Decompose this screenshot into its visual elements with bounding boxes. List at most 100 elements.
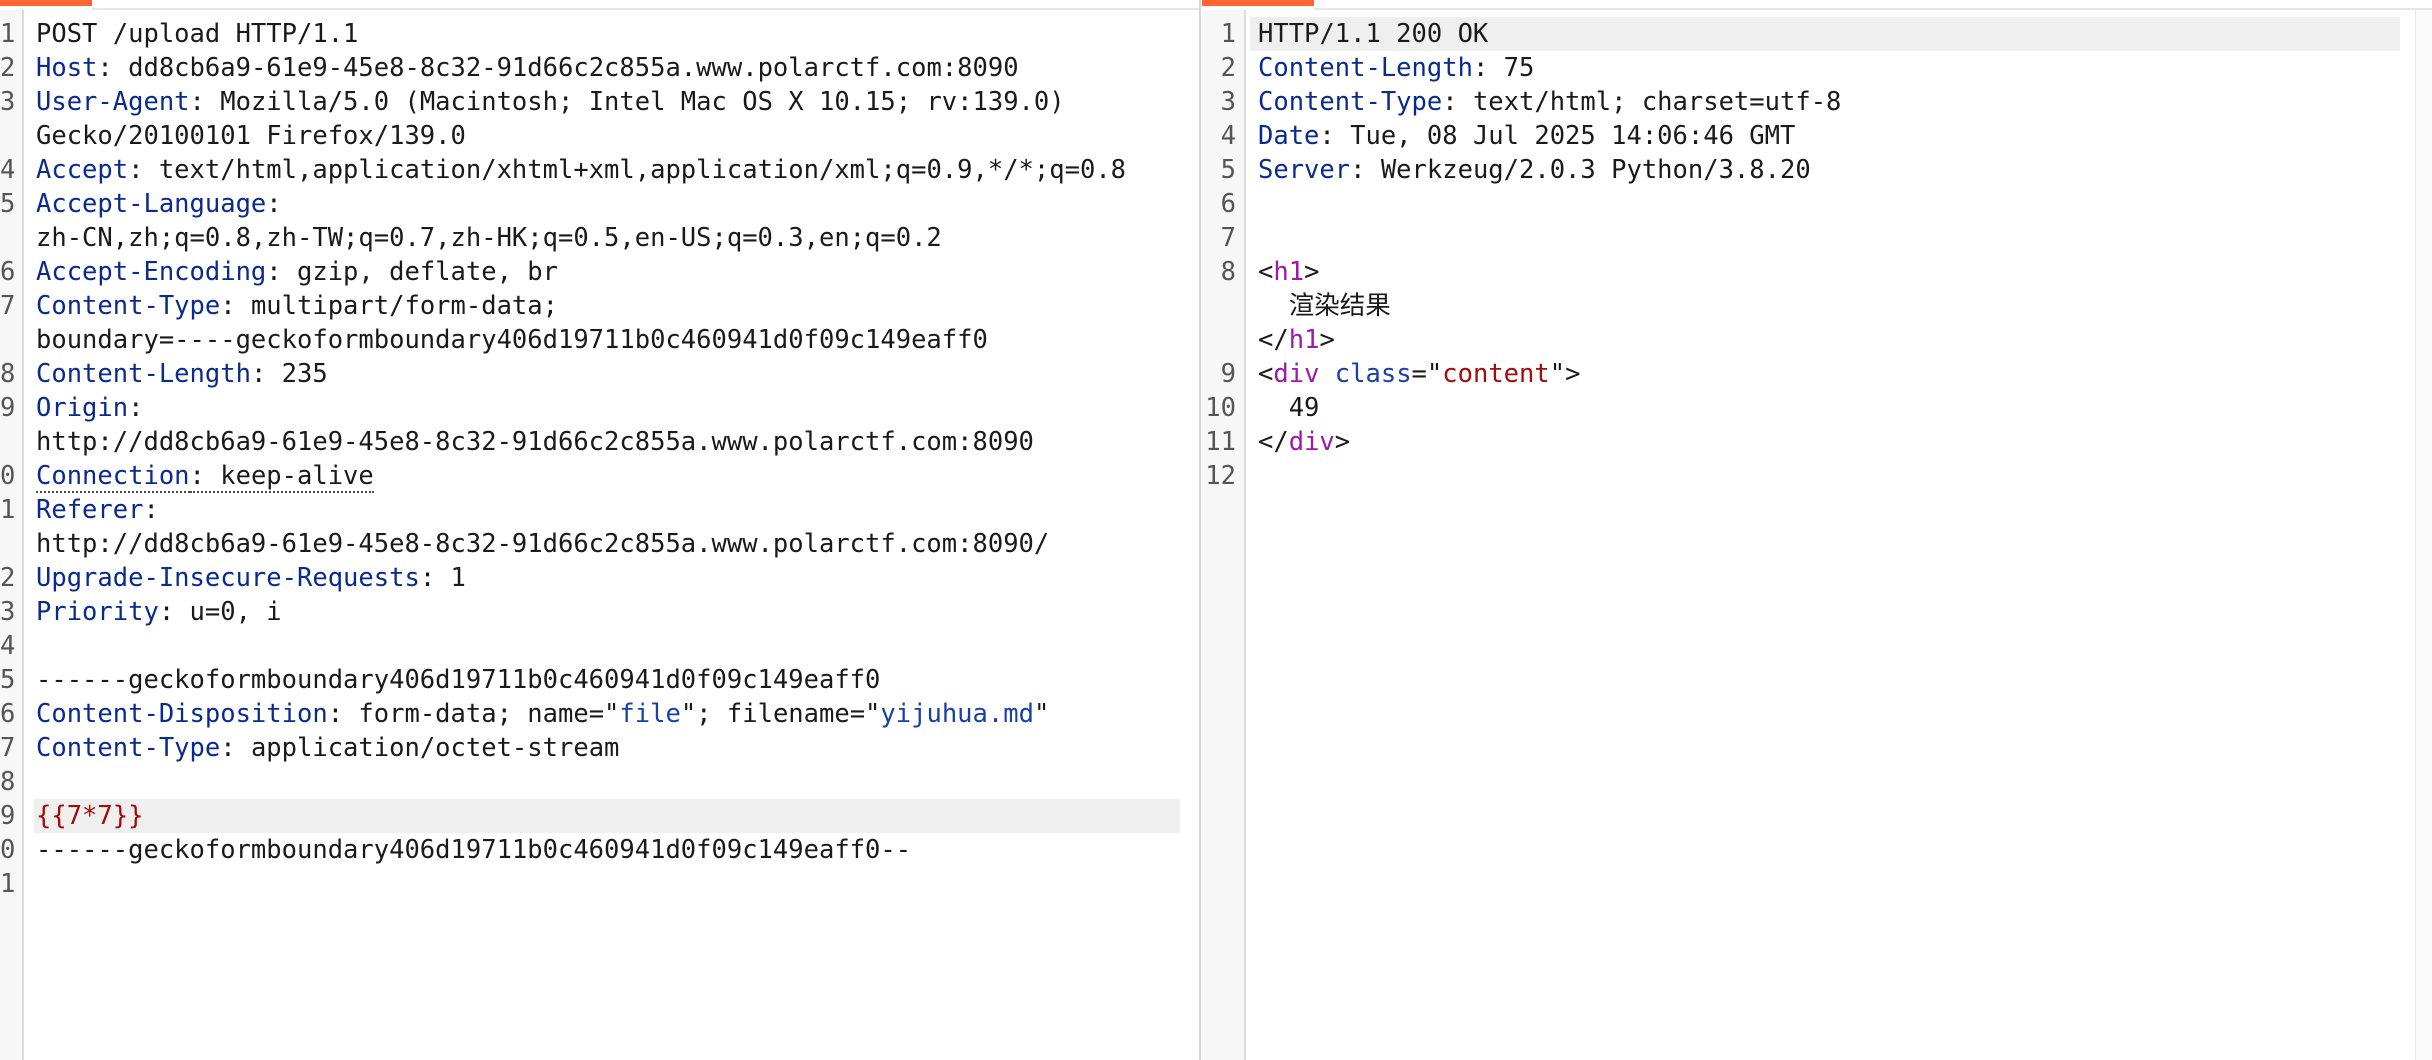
line-number: 1 — [0, 19, 16, 49]
response-line[interactable]: 3 Content-Type: text/html; charset=utf-8 — [1202, 85, 2432, 119]
token: =" — [1411, 359, 1443, 389]
line-number: 4 — [1220, 121, 1236, 151]
token: POST /upload HTTP/1.1 — [36, 19, 359, 49]
line-number: 4 — [0, 631, 16, 661]
request-line[interactable]: 8 — [0, 765, 1200, 799]
token: Content-Type — [1258, 87, 1443, 117]
line-number: 9 — [0, 801, 16, 831]
token: http://dd8cb6a9-61e9-45e8-8c32-91d66c2c8… — [36, 529, 1050, 559]
token: : multipart/form-data; — [220, 291, 558, 321]
token: ------geckoformboundary406d19711b0c46094… — [36, 835, 912, 865]
token: Gecko/20100101 Firefox/139.0 — [36, 121, 466, 151]
request-line[interactable]: 1 — [0, 867, 1200, 901]
token: : text/html; charset=utf-8 — [1442, 87, 1842, 117]
token: 渲染结果 — [1258, 291, 1391, 321]
request-line[interactable]: 6 Accept-Encoding: gzip, deflate, br — [0, 255, 1200, 289]
token: : Tue, 08 Jul 2025 14:06:46 GMT — [1319, 121, 1796, 151]
line-number: 6 — [0, 699, 16, 729]
request-pane[interactable]: 1 POST /upload HTTP/1.1 2 Host: dd8cb6a9-61… — [0, 0, 1200, 1060]
line-number: 3 — [0, 597, 16, 627]
request-line[interactable]: zh-CN,zh;q=0.8,zh-TW;q=0.7,zh-HK;q=0.5,e… — [0, 221, 1200, 255]
response-line[interactable]: 5 Server: Werkzeug/2.0.3 Python/3.8.20 — [1202, 153, 2432, 187]
request-line[interactable]: 3 User-Agent: Mozilla/5.0 (Macintosh; Int… — [0, 85, 1200, 119]
pane-divider[interactable] — [1199, 0, 1201, 1060]
response-line[interactable]: 7 — [1202, 221, 2432, 255]
line-text: http://dd8cb6a9-61e9-45e8-8c32-91d66c2c8… — [36, 425, 1034, 459]
request-line[interactable]: Gecko/20100101 Firefox/139.0 — [0, 119, 1200, 153]
request-line[interactable]: 5 Accept-Language: — [0, 187, 1200, 221]
request-tab-accent — [0, 0, 92, 6]
token: http://dd8cb6a9-61e9-45e8-8c32-91d66c2c8… — [36, 427, 1034, 457]
request-line[interactable]: 9 {{7*7}} — [0, 799, 1200, 833]
request-line[interactable]: 1 POST /upload HTTP/1.1 — [0, 17, 1200, 51]
line-text: Content-Length: 75 — [1258, 51, 1534, 85]
request-line[interactable]: 4 Accept: text/html,application/xhtml+xml… — [0, 153, 1200, 187]
line-number: 10 — [1205, 393, 1236, 423]
token: Referer — [36, 495, 144, 525]
request-editor[interactable]: 1 POST /upload HTTP/1.1 2 Host: dd8cb6a9-61… — [0, 17, 1200, 901]
token: Accept-Language — [36, 189, 267, 219]
token: Host — [36, 53, 98, 83]
line-text: User-Agent: Mozilla/5.0 (Macintosh; Inte… — [36, 85, 1065, 119]
request-line[interactable]: 2 Host: dd8cb6a9-61e9-45e8-8c32-91d66c2c8… — [0, 51, 1200, 85]
line-number: 2 — [0, 53, 16, 83]
request-line[interactable]: 1 Referer: — [0, 493, 1200, 527]
response-line[interactable]: 12 — [1202, 459, 2432, 493]
line-number: 6 — [0, 257, 16, 287]
response-line[interactable]: 4 Date: Tue, 08 Jul 2025 14:06:46 GMT — [1202, 119, 2432, 153]
token: : dd8cb6a9-61e9-45e8-8c32-91d66c2c855a.w… — [97, 53, 1019, 83]
line-number: 3 — [0, 87, 16, 117]
request-line[interactable]: 0 Connection: keep-alive — [0, 459, 1200, 493]
line-text: 渲染结果 — [1258, 289, 1391, 323]
response-line[interactable]: 2 Content-Length: 75 — [1202, 51, 2432, 85]
token: 49 — [1258, 393, 1320, 423]
token: Upgrade-Insecure-Requests — [36, 563, 420, 593]
line-text: zh-CN,zh;q=0.8,zh-TW;q=0.7,zh-HK;q=0.5,e… — [36, 221, 942, 255]
line-text: Content-Length: 235 — [36, 357, 328, 391]
response-line[interactable]: 10 49 — [1202, 391, 2432, 425]
request-line[interactable]: 6 Content-Disposition: form-data; name="f… — [0, 697, 1200, 731]
response-scrollbar[interactable] — [2415, 10, 2432, 1060]
token: boundary=----geckoformboundary406d19711b… — [36, 325, 988, 355]
request-line[interactable]: 8 Content-Length: 235 — [0, 357, 1200, 391]
token: " — [1033, 699, 1050, 729]
response-line[interactable]: 6 — [1202, 187, 2432, 221]
request-line[interactable]: http://dd8cb6a9-61e9-45e8-8c32-91d66c2c8… — [0, 527, 1200, 561]
token: Content-Length — [36, 359, 251, 389]
request-line[interactable]: 9 Origin: — [0, 391, 1200, 425]
request-line[interactable]: boundary=----geckoformboundary406d19711b… — [0, 323, 1200, 357]
response-line[interactable]: </h1> — [1202, 323, 2432, 357]
response-line[interactable]: 1 HTTP/1.1 200 OK — [1202, 17, 2432, 51]
request-line[interactable]: http://dd8cb6a9-61e9-45e8-8c32-91d66c2c8… — [0, 425, 1200, 459]
request-line[interactable]: 4 — [0, 629, 1200, 663]
line-number: 9 — [1220, 359, 1236, 389]
response-line[interactable]: 8 <h1> — [1202, 255, 2432, 289]
line-number: 1 — [1220, 19, 1236, 49]
token: h1 — [1288, 325, 1320, 355]
line-text: Content-Type: application/octet-stream — [36, 731, 619, 765]
line-number: 8 — [0, 359, 16, 389]
response-editor[interactable]: 1 HTTP/1.1 200 OK 2 Content-Length: 75 3 Cont… — [1202, 17, 2432, 493]
token: : 75 — [1472, 53, 1535, 83]
token: {{7*7}} — [36, 801, 144, 831]
token: : — [143, 495, 159, 525]
line-number: 2 — [1220, 53, 1236, 83]
response-line[interactable]: 11 </div> — [1202, 425, 2432, 459]
token: : application/octet-stream — [220, 733, 620, 763]
request-line[interactable]: 2 Upgrade-Insecure-Requests: 1 — [0, 561, 1200, 595]
current-line-highlight — [34, 799, 1180, 833]
line-text: Host: dd8cb6a9-61e9-45e8-8c32-91d66c2c85… — [36, 51, 1019, 85]
response-line[interactable]: 渲染结果 — [1202, 289, 2432, 323]
line-text: HTTP/1.1 200 OK — [1258, 17, 1488, 51]
request-line[interactable]: 7 Content-Type: application/octet-stream — [0, 731, 1200, 765]
token: class — [1334, 359, 1412, 389]
request-line[interactable]: 5 ------geckoformboundary406d19711b0c4609… — [0, 663, 1200, 697]
request-line[interactable]: 7 Content-Type: multipart/form-data; — [0, 289, 1200, 323]
request-line[interactable]: 3 Priority: u=0, i — [0, 595, 1200, 629]
response-pane[interactable]: 1 HTTP/1.1 200 OK 2 Content-Length: 75 3 Cont… — [1202, 0, 2432, 1060]
line-number: 8 — [1220, 257, 1236, 287]
request-line[interactable]: 0 ------geckoformboundary406d19711b0c4609… — [0, 833, 1200, 867]
token: "; filename=" — [680, 699, 881, 729]
line-text: ------geckoformboundary406d19711b0c46094… — [36, 663, 880, 697]
response-line[interactable]: 9 <div class="content"> — [1202, 357, 2432, 391]
